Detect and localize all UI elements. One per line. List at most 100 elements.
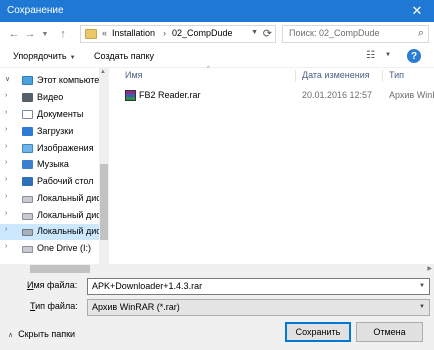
collapse-chevron-icon[interactable]: ∨ (5, 75, 10, 83)
downloads-folder-icon (22, 127, 33, 136)
navigation-pane: ∨ Этот компьютер › Видео › Документы › З… (0, 68, 109, 274)
view-options-icon[interactable]: ☷ (366, 50, 375, 61)
scroll-up-icon[interactable]: ▲ (100, 69, 106, 75)
sidebar-item-desktop[interactable]: › Рабочий стол (0, 174, 99, 190)
file-type: Архив WinRAR (389, 90, 434, 100)
sidebar-item-local-disk-2[interactable]: › Локальный дис (0, 208, 101, 224)
file-name: FB2 Reader.rar (139, 90, 201, 100)
forward-arrow-icon[interactable]: → (22, 26, 38, 42)
chevron-down-icon[interactable]: ▼ (419, 304, 425, 310)
window-title: Сохранение (7, 5, 64, 16)
pictures-folder-icon (22, 144, 33, 153)
sidebar-item-label: Локальный дис (37, 226, 101, 236)
horizontal-scrollbar[interactable]: ▶ (0, 264, 434, 274)
navigation-bar: ← → ▼ ↑ « Installation › 02_CompDude ▼ ⟳… (0, 22, 434, 46)
sort-indicator-icon: ^ (207, 66, 210, 72)
hide-folders-button[interactable]: ∧ Скрыть папки (8, 329, 75, 339)
computer-icon (22, 76, 33, 85)
view-options-chevron-icon[interactable]: ▼ (385, 52, 391, 58)
file-name-field[interactable]: APK+Downloader+1.4.3.rar ▼ (87, 278, 430, 295)
close-icon[interactable]: ✕ (400, 0, 434, 22)
address-bar[interactable]: « Installation › 02_CompDude ▼ ⟳ (80, 25, 276, 43)
navigation-pane-scrollbar[interactable]: ▲ ▼ (99, 68, 109, 274)
file-date: 20.01.2016 12:57 (302, 90, 373, 100)
column-header-date[interactable]: Дата изменения (302, 70, 370, 80)
desktop-folder-icon (22, 177, 33, 186)
sidebar-item-label: Музыка (37, 159, 69, 169)
breadcrumb-overflow[interactable]: « (102, 28, 107, 38)
expand-chevron-icon[interactable]: › (5, 126, 7, 133)
sidebar-item-this-pc[interactable]: ∨ Этот компьютер (0, 73, 104, 89)
sidebar-item-label: Локальный дис (37, 210, 101, 220)
column-header-type[interactable]: Тип (389, 70, 404, 80)
scrollbar-thumb[interactable] (30, 265, 90, 273)
breadcrumb-current-folder[interactable]: 02_CompDude (172, 28, 233, 38)
save-options-panel: Имя файла: APK+Downloader+1.4.3.rar ▼ Ти… (0, 274, 434, 350)
expand-chevron-icon[interactable]: › (5, 210, 7, 217)
sidebar-item-local-disk-1[interactable]: › Локальный дис (0, 191, 101, 207)
expand-chevron-icon[interactable]: › (5, 92, 7, 99)
sidebar-item-documents[interactable]: › Документы (0, 107, 99, 123)
recent-locations-chevron-icon[interactable]: ▼ (37, 26, 53, 42)
sidebar-item-label: Рабочий стол (37, 176, 94, 186)
drive-icon (22, 213, 33, 220)
expand-chevron-icon[interactable]: › (5, 243, 7, 250)
sidebar-item-local-disk-3[interactable]: › Локальный дис (0, 224, 101, 240)
column-header-name[interactable]: Имя (125, 70, 143, 80)
scroll-right-icon[interactable]: ▶ (427, 265, 432, 272)
help-icon[interactable]: ? (407, 49, 421, 63)
sidebar-item-label: Изображения (37, 143, 94, 153)
expand-chevron-icon[interactable]: › (5, 143, 7, 150)
sidebar-item-downloads[interactable]: › Загрузки (0, 124, 99, 140)
new-folder-button[interactable]: Создать папку (94, 51, 154, 61)
winrar-archive-icon (125, 90, 136, 101)
music-folder-icon (22, 160, 33, 169)
search-box[interactable]: Поиск: 02_CompDude ⌕ (282, 25, 429, 43)
expand-chevron-icon[interactable]: › (5, 176, 7, 183)
sidebar-item-label: Видео (37, 92, 64, 102)
sidebar-item-label: Этот компьютер (37, 75, 105, 85)
file-name-value[interactable]: APK+Downloader+1.4.3.rar (92, 281, 202, 291)
file-row[interactable]: FB2 Reader.rar 20.01.2016 12:57 Архив Wi… (109, 88, 434, 104)
chevron-down-icon[interactable]: ▼ (419, 283, 425, 289)
back-arrow-icon[interactable]: ← (6, 26, 22, 42)
file-list: ^ Имя Дата изменения Тип FB2 Reader.rar … (109, 66, 434, 274)
scrollbar-thumb[interactable] (100, 164, 108, 240)
column-divider[interactable] (382, 70, 383, 82)
sidebar-item-label: One Drive (I:) (37, 243, 92, 253)
breadcrumb-installation[interactable]: Installation (112, 28, 155, 38)
column-divider[interactable] (295, 70, 296, 82)
file-type-select[interactable]: Архив WinRAR (*.rar) ▼ (87, 299, 430, 316)
folder-icon (85, 29, 97, 39)
file-type-value: Архив WinRAR (*.rar) (92, 302, 180, 312)
column-headers: ^ Имя Дата изменения Тип (109, 66, 434, 84)
sidebar-item-video[interactable]: › Видео (0, 90, 99, 106)
breadcrumb-separator[interactable]: › (163, 28, 166, 38)
file-type-label: Тип файла: (30, 301, 78, 311)
expand-chevron-icon[interactable]: › (5, 109, 7, 116)
expand-chevron-icon[interactable]: › (5, 193, 7, 200)
drive-icon (22, 229, 33, 236)
chevron-down-icon: ▼ (69, 55, 76, 61)
search-icon[interactable]: ⌕ (418, 27, 424, 40)
video-folder-icon (22, 93, 33, 102)
expand-chevron-icon[interactable]: › (5, 159, 7, 166)
save-button[interactable]: Сохранить (285, 322, 351, 342)
sidebar-item-onedrive[interactable]: › One Drive (I:) (0, 241, 99, 257)
sidebar-item-pictures[interactable]: › Изображения (0, 141, 99, 157)
sidebar-item-music[interactable]: › Музыка (0, 157, 99, 173)
up-arrow-icon[interactable]: ↑ (55, 26, 71, 42)
organize-button[interactable]: Упорядочить ▼ (13, 51, 76, 61)
sidebar-item-label: Загрузки (37, 126, 74, 136)
file-name-label: Имя файла: (27, 280, 78, 290)
drive-icon (22, 196, 33, 203)
search-input[interactable]: Поиск: 02_CompDude (289, 28, 379, 38)
organize-label: Упорядочить (13, 51, 67, 61)
sidebar-item-label: Локальный дис (37, 193, 101, 203)
expand-chevron-icon[interactable]: › (5, 226, 7, 233)
cancel-button[interactable]: Отмена (356, 322, 423, 342)
chevron-up-icon: ∧ (8, 332, 14, 339)
refresh-icon[interactable]: ⟳ (263, 27, 272, 40)
title-bar: Сохранение ✕ (0, 0, 434, 22)
address-history-chevron-icon[interactable]: ▼ (251, 29, 258, 36)
